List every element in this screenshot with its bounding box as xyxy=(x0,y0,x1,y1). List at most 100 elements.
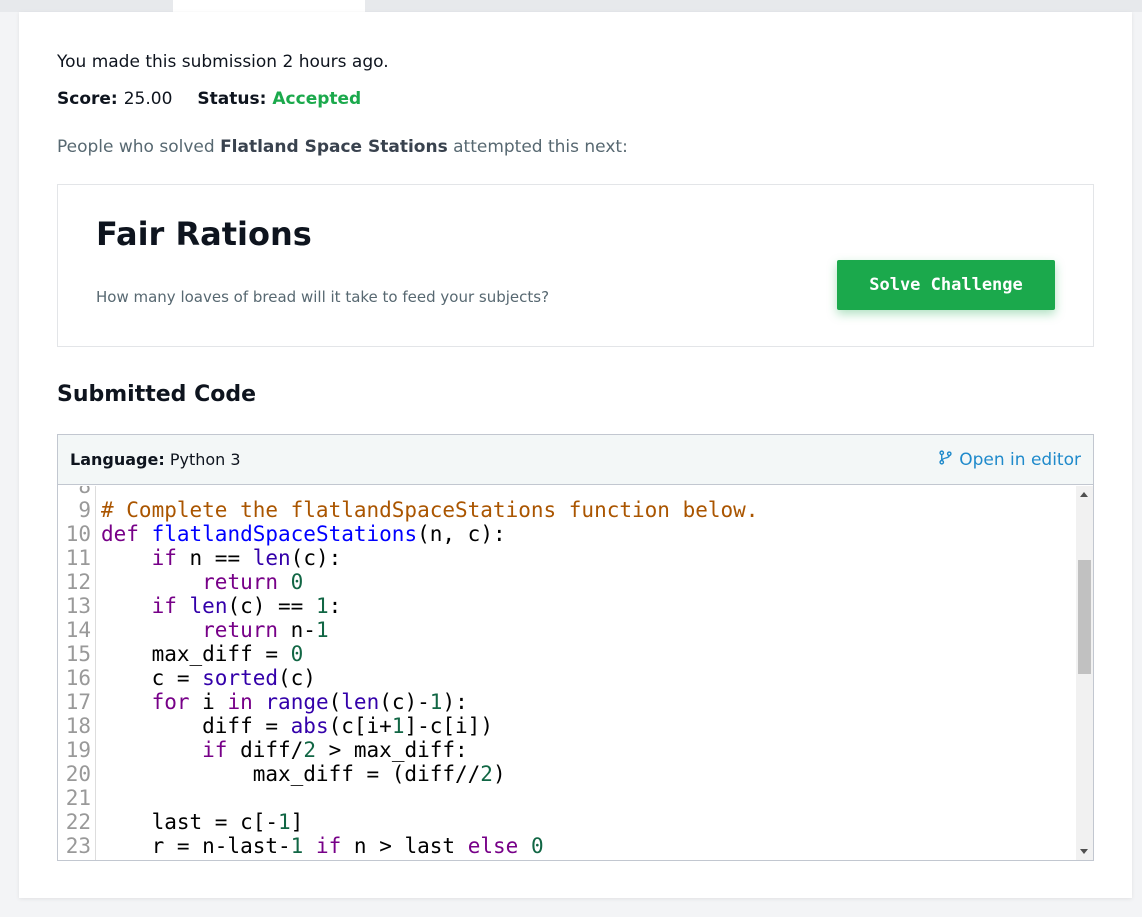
line-number: 19 xyxy=(65,738,91,762)
code-token: ] xyxy=(290,810,304,834)
line-number: 22 xyxy=(65,810,91,834)
code-token: def xyxy=(101,522,139,546)
code-text: # Complete the flatlandSpaceStations fun… xyxy=(93,498,758,522)
line-number: 11 xyxy=(65,546,91,570)
code-token: (c): xyxy=(290,546,342,570)
code-editor[interactable]: 8 9 # Complete the flatlandSpaceStations f… xyxy=(58,486,1093,860)
code-token: diff/ xyxy=(227,738,304,762)
code-token: # Complete the flatlandSpaceStations fun… xyxy=(101,498,759,522)
language-value: Python 3 xyxy=(169,450,241,469)
code-header: Language: Python 3 Open in editor xyxy=(58,435,1093,485)
submission-time: You made this submission 2 hours ago. xyxy=(57,52,389,72)
code-token: (c)- xyxy=(379,690,430,714)
code-line: 15 max_diff = 0 xyxy=(58,642,1076,666)
code-token: c = xyxy=(101,666,203,690)
branch-icon xyxy=(938,449,953,470)
code-token: max_diff = (diff// xyxy=(101,762,481,786)
code-token: 1 xyxy=(278,810,291,834)
code-viewer: Language: Python 3 Open in editor 8 9 # … xyxy=(57,434,1094,861)
submission-card: You made this submission 2 hours ago. Sc… xyxy=(19,12,1132,898)
code-token: 2 xyxy=(480,762,493,786)
solved-challenge-name: Flatland Space Stations xyxy=(220,137,448,157)
status-badge: Accepted xyxy=(272,89,362,109)
line-number: 12 xyxy=(65,570,91,594)
scroll-up-arrow-icon[interactable] xyxy=(1080,492,1088,497)
code-token: if xyxy=(202,738,228,762)
code-token: in xyxy=(227,690,253,714)
vertical-scrollbar[interactable] xyxy=(1076,486,1093,860)
recommended-challenge-title[interactable]: Fair Rations xyxy=(96,215,312,253)
scroll-down-arrow-icon[interactable] xyxy=(1080,849,1088,854)
code-text: max_diff = (diff//2) xyxy=(93,762,506,786)
code-text: if diff/2 > max_diff: xyxy=(93,738,468,762)
code-line: 12 return 0 xyxy=(58,570,1076,594)
code-token: n == xyxy=(176,546,253,570)
recommended-challenge-card: Fair Rations How many loaves of bread wi… xyxy=(57,184,1094,347)
line-number: 13 xyxy=(65,594,91,618)
line-number: 23 xyxy=(65,834,91,858)
intro-suffix: attempted this next: xyxy=(447,137,628,157)
code-token: abs xyxy=(290,714,329,738)
code-token: last = c[- xyxy=(101,810,279,834)
code-token: 1 xyxy=(429,690,443,714)
code-line: 8 xyxy=(58,486,1076,498)
line-number: 10 xyxy=(65,522,91,546)
open-in-editor-link[interactable]: Open in editor xyxy=(938,450,1081,470)
code-line: 21 xyxy=(58,786,1076,810)
code-text: last = c[-1] xyxy=(93,810,304,834)
code-line: 11 if n == len(c): xyxy=(58,546,1076,570)
line-number: 21 xyxy=(65,786,91,810)
code-lines: 8 9 # Complete the flatlandSpaceStations f… xyxy=(58,486,1076,860)
code-text: return n-1 xyxy=(93,618,328,642)
code-token: len xyxy=(252,546,291,570)
code-token: flatlandSpaceStations xyxy=(151,522,418,546)
code-line: 16 c = sorted(c) xyxy=(58,666,1076,690)
language-label: Language: xyxy=(70,450,165,469)
code-text: c = sorted(c) xyxy=(93,666,316,690)
code-token: len xyxy=(189,594,228,618)
status-group: Status: Accepted xyxy=(197,89,361,109)
code-token: if xyxy=(151,594,177,618)
score-value: 25.00 xyxy=(123,89,173,109)
code-token: ): xyxy=(442,690,468,714)
code-token: if xyxy=(151,546,177,570)
code-token: > max_diff: xyxy=(315,738,468,762)
language-info: Language: Python 3 xyxy=(70,450,241,469)
code-token: range xyxy=(265,690,329,714)
next-challenge-intro: People who solved Flatland Space Station… xyxy=(57,137,628,157)
code-text: def flatlandSpaceStations(n, c): xyxy=(93,522,506,546)
line-number: 15 xyxy=(65,642,91,666)
code-token: return xyxy=(202,618,279,642)
code-line: 18 diff = abs(c[i+1]-c[i]) xyxy=(58,714,1076,738)
submitted-code-heading: Submitted Code xyxy=(57,382,257,407)
active-tab[interactable] xyxy=(173,0,365,12)
code-line: 14 return n-1 xyxy=(58,618,1076,642)
code-line: 23 r = n-last-1 if n > last else 0 xyxy=(58,834,1076,858)
code-token: (c[i+ xyxy=(328,714,392,738)
code-token: (c) == xyxy=(227,594,316,618)
intro-prefix: People who solved xyxy=(57,137,221,157)
code-line: 20 max_diff = (diff//2) xyxy=(58,762,1076,786)
code-token: 1 xyxy=(391,714,405,738)
line-number: 20 xyxy=(65,762,91,786)
code-text: max_diff = 0 xyxy=(93,642,304,666)
code-token: ) xyxy=(492,762,506,786)
code-text: diff = abs(c[i+1]-c[i]) xyxy=(93,714,493,738)
recommended-challenge-description: How many loaves of bread will it take to… xyxy=(96,288,550,306)
line-number: 14 xyxy=(65,618,91,642)
line-number: 16 xyxy=(65,666,91,690)
code-token: else xyxy=(467,834,519,858)
scrollbar-thumb[interactable] xyxy=(1078,560,1091,674)
solve-challenge-button[interactable]: Solve Challenge xyxy=(837,260,1055,310)
code-token: (n, c): xyxy=(417,522,506,546)
